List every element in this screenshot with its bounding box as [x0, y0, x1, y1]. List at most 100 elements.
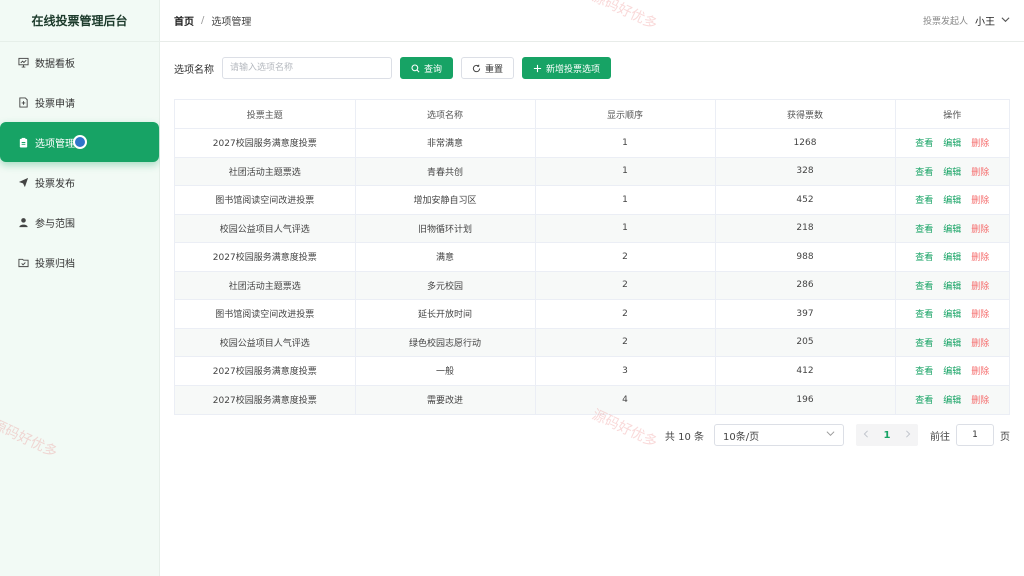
delete-link[interactable]: 删除	[971, 225, 989, 235]
cursor-indicator	[73, 135, 87, 149]
view-link[interactable]: 查看	[915, 282, 933, 292]
delete-link[interactable]: 删除	[971, 310, 989, 320]
next-page-button[interactable]	[898, 429, 918, 441]
chevron-down-icon[interactable]	[1001, 15, 1010, 27]
cell-order: 4	[535, 385, 716, 414]
page-size-select[interactable]: 10条/页	[714, 424, 844, 446]
table-row: 社团活动主题票选 青春共创 1 328 查看 编辑 删除	[175, 157, 1009, 186]
view-link[interactable]: 查看	[915, 196, 933, 206]
sidebar-item-label: 数据看板	[35, 58, 75, 70]
send-icon	[17, 176, 29, 188]
view-link[interactable]: 查看	[915, 339, 933, 349]
page-number-current[interactable]: 1	[876, 430, 898, 441]
view-link[interactable]: 查看	[915, 168, 933, 178]
sidebar-menu: 数据看板投票申请 选项管理 投票发布 参与范围 投票归档	[0, 42, 159, 282]
delete-link[interactable]: 删除	[971, 253, 989, 263]
cell-option: 绿色校园志愿行动	[355, 328, 536, 357]
user-role: 投票发起人	[922, 17, 968, 27]
cell-votes: 196	[715, 385, 896, 414]
delete-link[interactable]: 删除	[971, 367, 989, 377]
goto-label: 前往	[930, 431, 950, 443]
reset-button[interactable]: 重置	[461, 57, 515, 79]
cell-votes: 988	[715, 242, 896, 272]
edit-link[interactable]: 编辑	[943, 168, 961, 178]
table-row: 2027校园服务满意度投票 非常满意 1 1268 查看 编辑 删除	[175, 128, 1009, 158]
cell-option: 需要改进	[355, 385, 536, 414]
edit-link[interactable]: 编辑	[943, 139, 961, 149]
prev-page-button[interactable]	[856, 429, 876, 441]
cell-order: 1	[535, 214, 716, 243]
cell-topic: 2027校园服务满意度投票	[175, 385, 356, 414]
table-row: 2027校园服务满意度投票 一般 3 412 查看 编辑 删除	[175, 356, 1009, 386]
page-size-value: 10条/页	[723, 431, 760, 443]
table-header-row: 投票主题 选项名称 显示顺序 获得票数 操作	[175, 100, 1009, 129]
chevron-right-icon	[906, 429, 911, 438]
search-button[interactable]: 查询	[400, 57, 454, 79]
edit-link[interactable]: 编辑	[943, 339, 961, 349]
cell-actions: 查看 编辑 删除	[895, 185, 1009, 215]
cell-order: 3	[535, 356, 716, 386]
cell-actions: 查看 编辑 删除	[895, 328, 1009, 357]
cell-actions: 查看 编辑 删除	[895, 271, 1009, 300]
edit-link[interactable]: 编辑	[943, 367, 961, 377]
edit-link[interactable]: 编辑	[943, 253, 961, 263]
reset-button-label: 重置	[485, 64, 504, 75]
edit-link[interactable]: 编辑	[943, 310, 961, 320]
search-button-label: 查询	[424, 64, 443, 75]
cell-order: 2	[535, 328, 716, 357]
cell-topic: 社团活动主题票选	[175, 271, 356, 300]
sidebar-item[interactable]: 投票申请	[0, 82, 159, 122]
column-header: 操作	[895, 100, 1009, 129]
sidebar-item[interactable]: 投票发布	[0, 162, 159, 202]
user-menu[interactable]: 投票发起人 小王	[923, 13, 1010, 28]
view-link[interactable]: 查看	[915, 367, 933, 377]
table-row: 2027校园服务满意度投票 需要改进 4 196 查看 编辑 删除	[175, 385, 1009, 414]
user-name[interactable]: 小王	[975, 13, 995, 28]
cell-order: 1	[535, 185, 716, 215]
cell-votes: 205	[715, 328, 896, 357]
cell-votes: 328	[715, 157, 896, 186]
option-name-input[interactable]	[222, 57, 392, 79]
goto-page-input[interactable]	[956, 424, 994, 446]
edit-link[interactable]: 编辑	[943, 196, 961, 206]
sidebar-item[interactable]: 选项管理	[0, 122, 159, 162]
delete-link[interactable]: 删除	[971, 282, 989, 292]
breadcrumb-separator: /	[201, 15, 205, 26]
sidebar-item[interactable]: 投票归档	[0, 242, 159, 282]
page-nav: 1	[856, 424, 918, 446]
sidebar-item[interactable]: 参与范围	[0, 202, 159, 242]
view-link[interactable]: 查看	[915, 396, 933, 406]
edit-link[interactable]: 编辑	[943, 225, 961, 235]
cell-topic: 社团活动主题票选	[175, 157, 356, 186]
delete-link[interactable]: 删除	[971, 339, 989, 349]
filter-bar: 选项名称 查询 重置 新增投票选项	[174, 57, 612, 79]
sidebar-item[interactable]: 数据看板	[0, 42, 159, 82]
view-link[interactable]: 查看	[915, 253, 933, 263]
breadcrumb-current: 选项管理	[211, 17, 252, 28]
cell-option: 旧物循环计划	[355, 214, 536, 243]
cell-option: 增加安静自习区	[355, 185, 536, 215]
cell-votes: 1268	[715, 128, 896, 158]
view-link[interactable]: 查看	[915, 225, 933, 235]
add-option-button-label: 新增投票选项	[546, 64, 601, 75]
cell-actions: 查看 编辑 删除	[895, 356, 1009, 386]
table-row: 校园公益项目人气评选 旧物循环计划 1 218 查看 编辑 删除	[175, 214, 1009, 243]
edit-link[interactable]: 编辑	[943, 396, 961, 406]
edit-link[interactable]: 编辑	[943, 282, 961, 292]
delete-link[interactable]: 删除	[971, 196, 989, 206]
delete-link[interactable]: 删除	[971, 139, 989, 149]
breadcrumb-home[interactable]: 首页	[174, 13, 194, 28]
table-row: 图书馆阅读空间改进投票 增加安静自习区 1 452 查看 编辑 删除	[175, 185, 1009, 215]
view-link[interactable]: 查看	[915, 139, 933, 149]
table-body: 2027校园服务满意度投票 非常满意 1 1268 查看 编辑 删除 社团活动主题票选 青春共创…	[175, 128, 1009, 414]
sidebar: 在线投票管理后台 数据看板投票申请 选项管理 投票发布 参与范围 投票归档	[0, 0, 160, 576]
cell-topic: 图书馆阅读空间改进投票	[175, 185, 356, 215]
add-option-button[interactable]: 新增投票选项	[522, 57, 612, 79]
delete-link[interactable]: 删除	[971, 168, 989, 178]
cell-order: 1	[535, 157, 716, 186]
view-link[interactable]: 查看	[915, 310, 933, 320]
clipboard-icon	[17, 136, 29, 148]
delete-link[interactable]: 删除	[971, 396, 989, 406]
table-row: 2027校园服务满意度投票 满意 2 988 查看 编辑 删除	[175, 242, 1009, 272]
app-title: 在线投票管理后台	[0, 0, 159, 42]
